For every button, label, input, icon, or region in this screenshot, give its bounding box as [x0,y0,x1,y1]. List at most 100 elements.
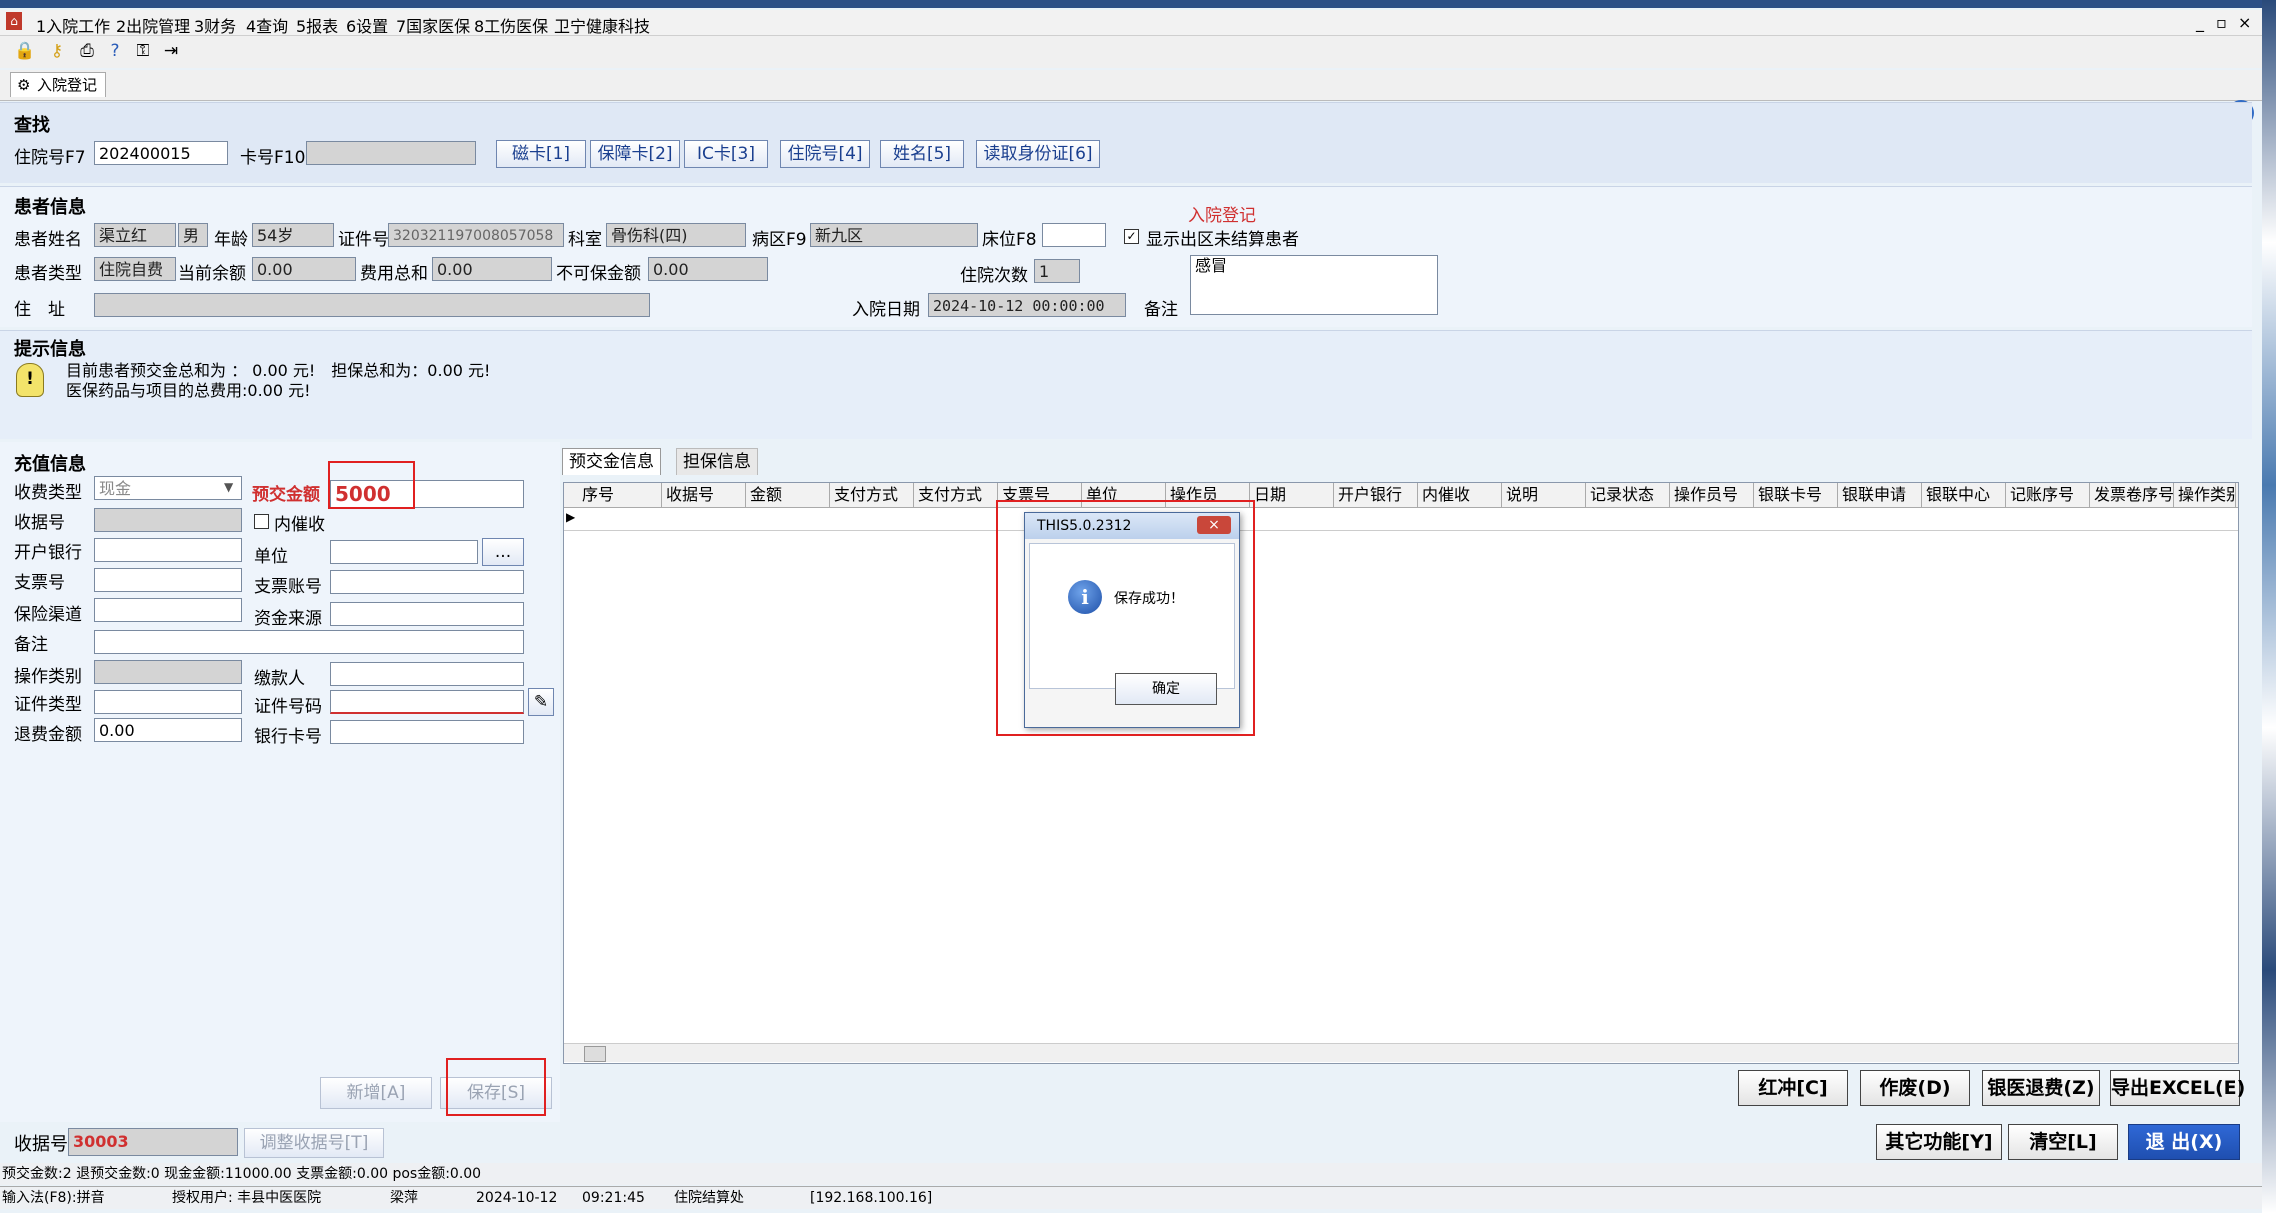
pay-type-label: 收费类型 [14,483,82,503]
grid-column-header[interactable]: 说明 [1502,483,1586,507]
hint-panel: 提示信息 ! 目前患者预交金总和为 ： 0.00 元! 担保总和为：0.00 元… [0,330,2252,439]
payer-input[interactable] [330,662,524,686]
bank-refund-button[interactable]: 银医退费(Z) [1982,1070,2100,1106]
grid-column-header[interactable]: 金额 [746,483,830,507]
fund-input[interactable] [330,602,524,626]
grid-column-header[interactable]: 单位 [1082,483,1166,507]
menu-item-report[interactable]: 5报表 [296,13,338,37]
show-unsettled-checkbox[interactable]: ✓ [1124,229,1139,244]
refund-input[interactable]: 0.00 [94,718,242,742]
grid-column-header[interactable]: 操作员号 [1670,483,1754,507]
name-label: 患者姓名 [14,230,82,250]
insurance-input[interactable] [94,598,242,622]
key-icon[interactable]: ⚷ [46,40,68,62]
grid-column-header[interactable]: 记账序号 [2006,483,2090,507]
grid-column-header[interactable]: 开户银行 [1334,483,1418,507]
exit-icon[interactable]: ⇥ [160,40,182,62]
prepay-input[interactable]: 5000 [330,480,524,508]
id-reader-button[interactable]: ✎ [528,688,554,716]
minimize-button[interactable]: _ [2196,13,2204,32]
cert-no-input[interactable] [330,690,524,714]
exit-button[interactable]: 退 出(X) [2128,1124,2240,1160]
bank-card-input[interactable] [330,720,524,744]
dialog-ok-button[interactable]: 确定 [1115,673,1217,705]
grid-column-header[interactable]: 支付方式 [830,483,914,507]
menu-item-national-insurance[interactable]: 7国家医保 [396,13,470,37]
inpatient-no-input[interactable]: 202400015 [94,141,228,165]
menu-item-discharge[interactable]: 2出院管理 [116,13,190,37]
chevron-down-icon[interactable]: ▼ [224,480,233,494]
help-icon[interactable]: ? [104,40,126,62]
unit-input[interactable] [330,540,478,564]
name-button[interactable]: 姓名[5] [880,140,964,168]
menu-item-query[interactable]: 4查询 [246,13,288,37]
insurance-card-button[interactable]: 保障卡[2] [590,140,680,168]
void-button[interactable]: 作废(D) [1860,1070,1970,1106]
new-button[interactable]: 新增[A] [320,1077,432,1109]
admit-date-field: 2024-10-12 00:00:00 [928,293,1126,317]
remark-textarea[interactable]: 感冒 [1190,255,1438,315]
other-functions-button[interactable]: 其它功能[Y] [1876,1124,2002,1160]
dialog-title-bar: THIS5.0.2312 × [1025,513,1239,539]
bed-input[interactable] [1042,223,1106,247]
noguarantee-label: 不可保金额 [556,264,641,284]
grid-tab-prepay[interactable]: 预交金信息 [562,448,661,475]
save-button[interactable]: 保存[S] [440,1077,552,1109]
id-field: 320321197008057058 [388,223,564,247]
grid-column-header[interactable]: 支付方式 [914,483,998,507]
export-excel-button[interactable]: 导出EXCEL(E) [2110,1070,2245,1106]
grid-column-header[interactable]: 内催收 [1418,483,1502,507]
unit-browse-button[interactable]: ... [482,538,524,566]
grid-column-header[interactable]: 银联中心 [1922,483,2006,507]
admit-date-label: 入院日期 [852,300,920,320]
print-icon[interactable]: ⎙ [76,40,98,62]
grid-column-header[interactable]: 发票卷序号 [2090,483,2174,507]
menu-item-finance[interactable]: 3财务 [194,13,236,37]
visits-label: 住院次数 [960,266,1028,286]
tab-admission-registration[interactable]: ⚙ 入院登记 [10,72,107,97]
magnetic-card-button[interactable]: 磁卡[1] [496,140,586,168]
receipt-label: 收据号 [14,513,65,533]
lock-icon[interactable]: 🔒 [14,40,36,62]
inpatient-no-button[interactable]: 住院号[4] [780,140,870,168]
cert-type-input[interactable] [94,690,242,714]
grid-column-header[interactable]: 序号 [578,483,662,507]
horizontal-scrollbar[interactable] [564,1043,2238,1062]
prepay-grid[interactable]: 序号 收据号 金额 支付方式 支付方式 支票号 单位 操作员 日期 开户银行 内… [563,482,2239,1064]
red-reverse-button[interactable]: 红冲[C] [1738,1070,1848,1106]
bank-input[interactable] [94,538,242,562]
grid-column-header[interactable]: 支票号 [998,483,1082,507]
read-id-card-button[interactable]: 读取身份证[6] [976,140,1100,168]
menu-item-settings[interactable]: 6设置 [346,13,388,37]
app-icon: ⌂ [6,12,22,30]
cheque-acct-input[interactable] [330,570,524,594]
user-lock-icon[interactable]: ⚿ [132,40,154,62]
clear-button[interactable]: 清空[L] [2008,1124,2118,1160]
recharge-remark-input[interactable] [94,630,524,654]
grid-column-header[interactable]: 银联卡号 [1754,483,1838,507]
close-window-button[interactable]: × [2238,13,2251,32]
ic-card-button[interactable]: IC卡[3] [684,140,768,168]
cheque-input[interactable] [94,568,242,592]
id-label: 证件号 [338,230,389,250]
pay-type-select[interactable]: 现金 [94,476,242,500]
menu-item-injury-insurance[interactable]: 8工伤医保 [474,13,548,37]
grid-row[interactable]: ▶ [564,508,2238,531]
grid-column-header[interactable]: 操作员 [1166,483,1250,507]
grid-tab-guarantee[interactable]: 担保信息 [676,448,758,475]
adjust-receipt-button[interactable]: 调整收据号[T] [244,1128,384,1158]
grid-column-header[interactable]: 收据号 [662,483,746,507]
grid-column-header[interactable]: 记录状态 [1586,483,1670,507]
grid-column-header[interactable]: 操作类别 [2174,483,2236,507]
grid-column-header[interactable]: 日期 [1250,483,1334,507]
scrollbar-thumb[interactable] [584,1046,606,1062]
menu-item-winning[interactable]: 卫宁健康科技 [554,13,650,37]
card-no-input[interactable] [306,141,476,165]
restore-button[interactable]: ▫ [2216,13,2227,32]
grid-column-header[interactable]: 银联申请 [1838,483,1922,507]
internal-collect-checkbox[interactable] [254,514,269,529]
menu-item-admission[interactable]: 1入院工作 [36,13,110,37]
desktop-edge [2262,0,2276,1213]
status-operator: 梁萍 [390,1190,418,1206]
dialog-close-button[interactable]: × [1197,516,1231,534]
